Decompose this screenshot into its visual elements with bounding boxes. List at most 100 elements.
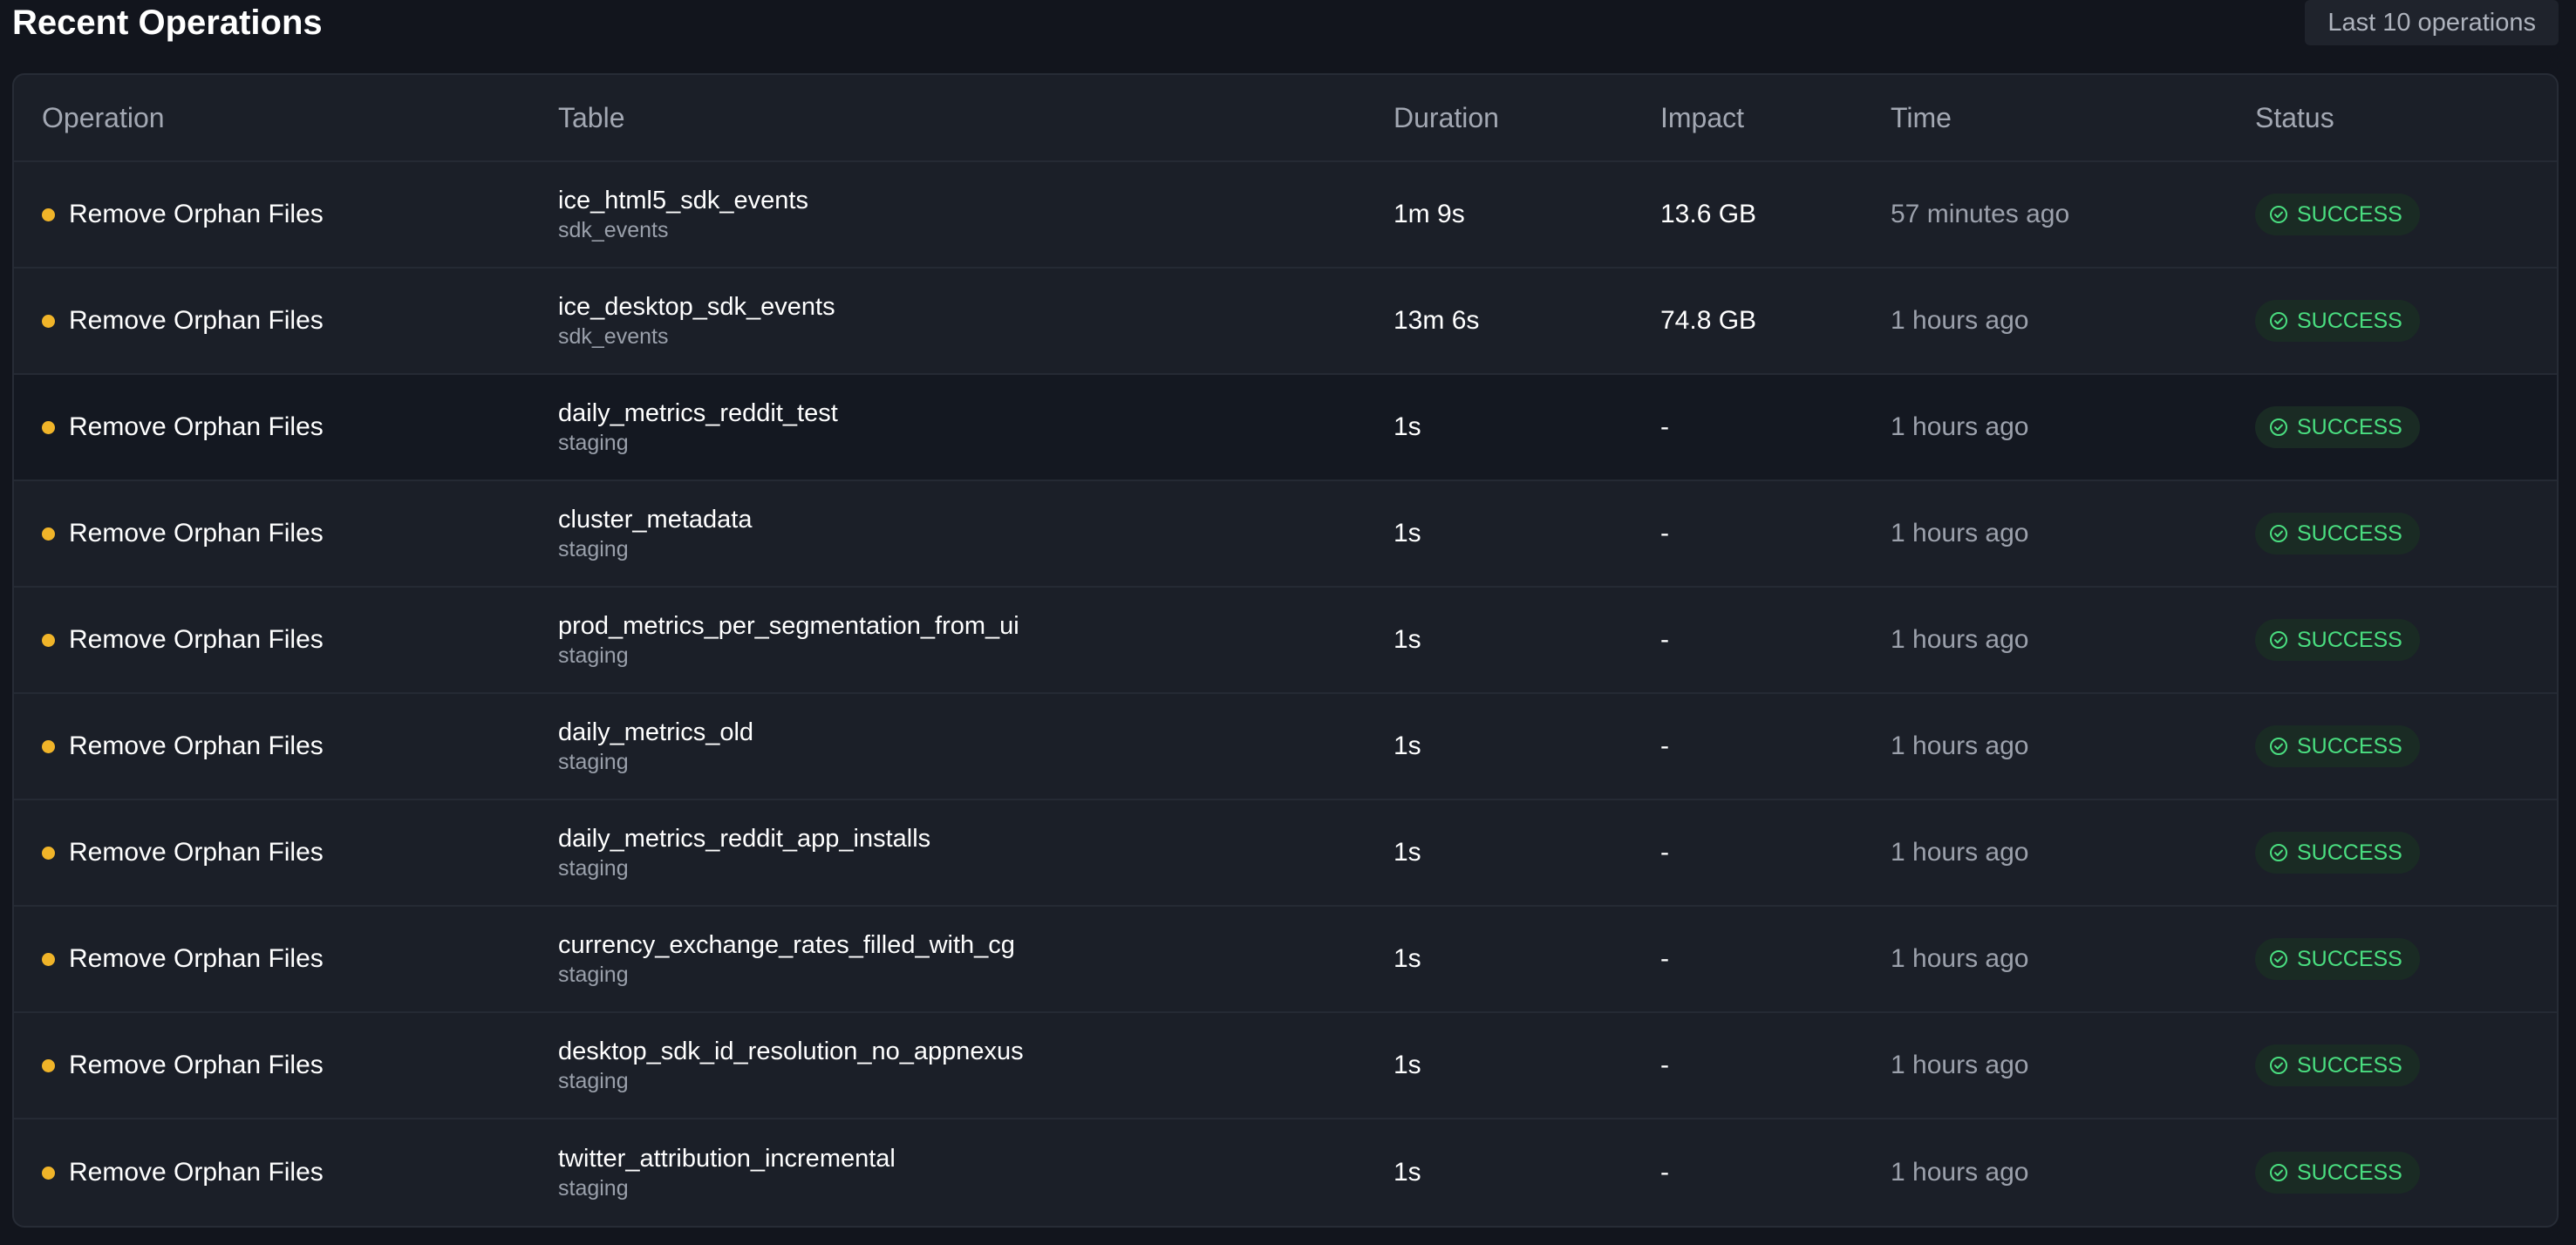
operation-cell: Remove Orphan Files: [42, 694, 324, 799]
status-badge: SUCCESS: [2255, 300, 2420, 342]
impact-value: -: [1660, 944, 1669, 973]
check-circle-icon: [2270, 1164, 2287, 1181]
table-name: daily_metrics_old: [558, 718, 754, 746]
impact-value: -: [1660, 412, 1669, 441]
duration-value: 1s: [1394, 625, 1421, 654]
operations-table: Operation Table Duration Impact Time Sta…: [12, 73, 2559, 1228]
operation-cell: Remove Orphan Files: [42, 162, 324, 267]
operation-name: Remove Orphan Files: [69, 838, 324, 867]
duration-cell: 1m 9s: [1394, 162, 1465, 267]
duration-cell: 1s: [1394, 588, 1421, 692]
impact-value: -: [1660, 625, 1669, 654]
table-row[interactable]: Remove Orphan Files ice_html5_sdk_events…: [14, 162, 2557, 269]
time-value: 1 hours ago: [1891, 731, 2029, 760]
table-row[interactable]: Remove Orphan Files daily_metrics_reddit…: [14, 375, 2557, 481]
duration-value: 13m 6s: [1394, 306, 1480, 335]
check-circle-icon: [2270, 1057, 2287, 1074]
duration-cell: 1s: [1394, 481, 1421, 586]
status-cell: SUCCESS: [2255, 1013, 2420, 1118]
time-cell: 1 hours ago: [1891, 694, 2028, 799]
duration-cell: 1s: [1394, 907, 1421, 1011]
status-label: SUCCESS: [2297, 308, 2402, 333]
table-row[interactable]: Remove Orphan Files twitter_attribution_…: [14, 1119, 2557, 1226]
table-row[interactable]: Remove Orphan Files daily_metrics_reddit…: [14, 800, 2557, 907]
operation-cell: Remove Orphan Files: [42, 588, 324, 692]
status-badge: SUCCESS: [2255, 194, 2420, 235]
status-dot-icon: [42, 739, 55, 753]
status-cell: SUCCESS: [2255, 162, 2420, 267]
status-badge: SUCCESS: [2255, 1152, 2420, 1194]
table-row[interactable]: Remove Orphan Files currency_exchange_ra…: [14, 907, 2557, 1013]
check-circle-icon: [2270, 844, 2287, 861]
check-circle-icon: [2270, 525, 2287, 542]
time-value: 1 hours ago: [1891, 838, 2029, 867]
table-row[interactable]: Remove Orphan Files desktop_sdk_id_resol…: [14, 1013, 2557, 1119]
operation-name: Remove Orphan Files: [69, 625, 324, 654]
duration-cell: 1s: [1394, 1013, 1421, 1118]
impact-value: -: [1660, 838, 1669, 867]
table-schema: staging: [558, 1176, 629, 1201]
status-label: SUCCESS: [2297, 627, 2402, 652]
table-name: twitter_attribution_incremental: [558, 1145, 896, 1173]
time-value: 1 hours ago: [1891, 944, 2029, 973]
table-row[interactable]: Remove Orphan Files ice_desktop_sdk_even…: [14, 269, 2557, 375]
duration-value: 1s: [1394, 1051, 1421, 1079]
column-header-time: Time: [1891, 101, 1952, 133]
table-schema: staging: [558, 1069, 629, 1093]
time-cell: 1 hours ago: [1891, 1013, 2028, 1118]
status-badge: SUCCESS: [2255, 938, 2420, 980]
duration-value: 1s: [1394, 838, 1421, 867]
time-cell: 1 hours ago: [1891, 1119, 2028, 1226]
table-cell: ice_desktop_sdk_events sdk_events: [558, 269, 835, 373]
status-dot-icon: [42, 314, 55, 328]
time-value: 57 minutes ago: [1891, 200, 2070, 228]
table-row[interactable]: Remove Orphan Files daily_metrics_old st…: [14, 694, 2557, 800]
table-cell: currency_exchange_rates_filled_with_cg s…: [558, 907, 1015, 1011]
time-value: 1 hours ago: [1891, 519, 2029, 548]
table-name: currency_exchange_rates_filled_with_cg: [558, 931, 1015, 959]
status-label: SUCCESS: [2297, 414, 2402, 439]
status-dot-icon: [42, 1058, 55, 1072]
operation-name: Remove Orphan Files: [69, 412, 324, 441]
status-cell: SUCCESS: [2255, 907, 2420, 1011]
duration-value: 1s: [1394, 731, 1421, 760]
operation-cell: Remove Orphan Files: [42, 907, 324, 1011]
impact-cell: 74.8 GB: [1660, 269, 1756, 373]
time-value: 1 hours ago: [1891, 1051, 2029, 1079]
table-name: daily_metrics_reddit_app_installs: [558, 825, 931, 853]
status-label: SUCCESS: [2297, 520, 2402, 546]
status-dot-icon: [42, 420, 55, 434]
table-name: desktop_sdk_id_resolution_no_appnexus: [558, 1038, 1024, 1065]
table-schema: staging: [558, 856, 629, 881]
table-cell: daily_metrics_reddit_app_installs stagin…: [558, 800, 930, 905]
status-badge: SUCCESS: [2255, 832, 2420, 874]
duration-value: 1s: [1394, 519, 1421, 548]
table-schema: staging: [558, 537, 629, 561]
table-cell: cluster_metadata staging: [558, 481, 752, 586]
duration-cell: 1s: [1394, 1119, 1421, 1226]
duration-cell: 13m 6s: [1394, 269, 1479, 373]
table-schema: sdk_events: [558, 324, 669, 349]
check-circle-icon: [2270, 418, 2287, 436]
impact-cell: 13.6 GB: [1660, 162, 1756, 267]
table-row[interactable]: Remove Orphan Files cluster_metadata sta…: [14, 481, 2557, 588]
impact-value: -: [1660, 519, 1669, 548]
status-label: SUCCESS: [2297, 201, 2402, 227]
operation-cell: Remove Orphan Files: [42, 481, 324, 586]
table-name: cluster_metadata: [558, 506, 753, 534]
operation-name: Remove Orphan Files: [69, 731, 324, 760]
status-label: SUCCESS: [2297, 840, 2402, 865]
duration-value: 1s: [1394, 944, 1421, 973]
operation-name: Remove Orphan Files: [69, 944, 324, 973]
table-row[interactable]: Remove Orphan Files prod_metrics_per_seg…: [14, 588, 2557, 694]
impact-cell: -: [1660, 1119, 1669, 1226]
page-title: Recent Operations: [12, 3, 323, 42]
status-cell: SUCCESS: [2255, 694, 2420, 799]
status-label: SUCCESS: [2297, 733, 2402, 759]
status-cell: SUCCESS: [2255, 375, 2420, 480]
operation-name: Remove Orphan Files: [69, 200, 324, 228]
impact-value: -: [1660, 1051, 1669, 1079]
column-header-table: Table: [558, 101, 625, 133]
table-cell: ice_html5_sdk_events sdk_events: [558, 162, 808, 267]
status-dot-icon: [42, 952, 55, 966]
